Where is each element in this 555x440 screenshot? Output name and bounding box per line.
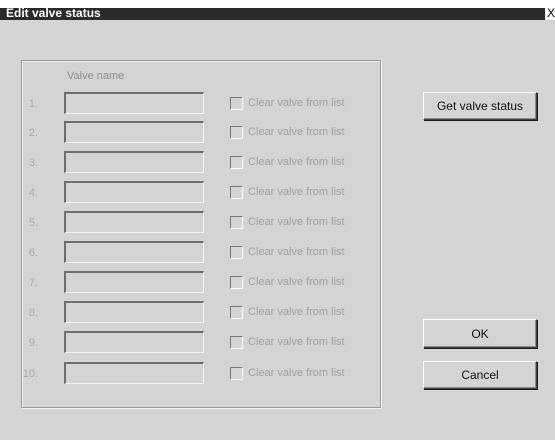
- valve-name-input[interactable]: [64, 121, 204, 143]
- row-number: 7.: [28, 277, 38, 289]
- row-number: 8.: [28, 307, 38, 319]
- row-number: 9.: [28, 337, 38, 349]
- valve-row: 4. Clear valve from list: [0, 181, 380, 207]
- clear-valve-checkbox[interactable]: [230, 186, 243, 199]
- valve-row: 10. Clear valve from list: [0, 362, 380, 388]
- clear-valve-label[interactable]: Clear valve from list: [248, 216, 345, 228]
- clear-valve-checkbox[interactable]: [230, 97, 243, 110]
- window-title: Edit valve status: [6, 6, 101, 20]
- row-number: 4.: [28, 187, 38, 199]
- close-icon[interactable]: X: [545, 7, 555, 20]
- valve-name-input[interactable]: [64, 271, 204, 293]
- clear-valve-checkbox[interactable]: [230, 336, 243, 349]
- clear-valve-label[interactable]: Clear valve from list: [248, 156, 345, 168]
- clear-valve-checkbox[interactable]: [230, 156, 243, 169]
- clear-valve-checkbox[interactable]: [230, 306, 243, 319]
- valve-name-input[interactable]: [64, 92, 204, 114]
- clear-valve-label[interactable]: Clear valve from list: [248, 246, 345, 258]
- clear-valve-label[interactable]: Clear valve from list: [248, 336, 345, 348]
- valve-row: 2. Clear valve from list: [0, 121, 380, 147]
- row-number: 10.: [22, 368, 38, 380]
- valve-row: 1. Clear valve from list: [0, 92, 380, 118]
- valve-row: 5. Clear valve from list: [0, 211, 380, 237]
- valve-name-input[interactable]: [64, 211, 204, 233]
- clear-valve-label[interactable]: Clear valve from list: [248, 97, 345, 109]
- row-number: 5.: [28, 217, 38, 229]
- clear-valve-checkbox[interactable]: [230, 246, 243, 259]
- row-number: 6.: [28, 247, 38, 259]
- clear-valve-label[interactable]: Clear valve from list: [248, 306, 345, 318]
- valve-row: 7. Clear valve from list: [0, 271, 380, 297]
- row-number: 1.: [28, 98, 38, 110]
- valve-name-input[interactable]: [64, 241, 204, 263]
- clear-valve-label[interactable]: Clear valve from list: [248, 186, 345, 198]
- clear-valve-checkbox[interactable]: [230, 216, 243, 229]
- valve-name-input[interactable]: [64, 181, 204, 203]
- valve-name-input[interactable]: [64, 151, 204, 173]
- title-bar: Edit valve status X: [0, 0, 555, 20]
- valve-name-input[interactable]: [64, 362, 204, 384]
- valve-row: 8. Clear valve from list: [0, 301, 380, 327]
- valve-row: 6. Clear valve from list: [0, 241, 380, 267]
- valve-name-input[interactable]: [64, 301, 204, 323]
- clear-valve-label[interactable]: Clear valve from list: [248, 367, 345, 379]
- cancel-button[interactable]: Cancel: [423, 361, 537, 389]
- valve-row: 9. Clear valve from list: [0, 331, 380, 357]
- clear-valve-checkbox[interactable]: [230, 126, 243, 139]
- valve-row: 3. Clear valve from list: [0, 151, 380, 177]
- clear-valve-label[interactable]: Clear valve from list: [248, 126, 345, 138]
- row-number: 3.: [28, 157, 38, 169]
- get-valve-status-button[interactable]: Get valve status: [423, 92, 537, 120]
- row-number: 2.: [28, 127, 38, 139]
- ok-button[interactable]: OK: [423, 319, 537, 348]
- valve-name-input[interactable]: [64, 331, 204, 353]
- edit-valve-status-dialog: Edit valve status X Valve name 1. Clear …: [0, 0, 555, 440]
- valve-name-column-header: Valve name: [67, 70, 125, 82]
- clear-valve-label[interactable]: Clear valve from list: [248, 276, 345, 288]
- clear-valve-checkbox[interactable]: [230, 367, 243, 380]
- clear-valve-checkbox[interactable]: [230, 276, 243, 289]
